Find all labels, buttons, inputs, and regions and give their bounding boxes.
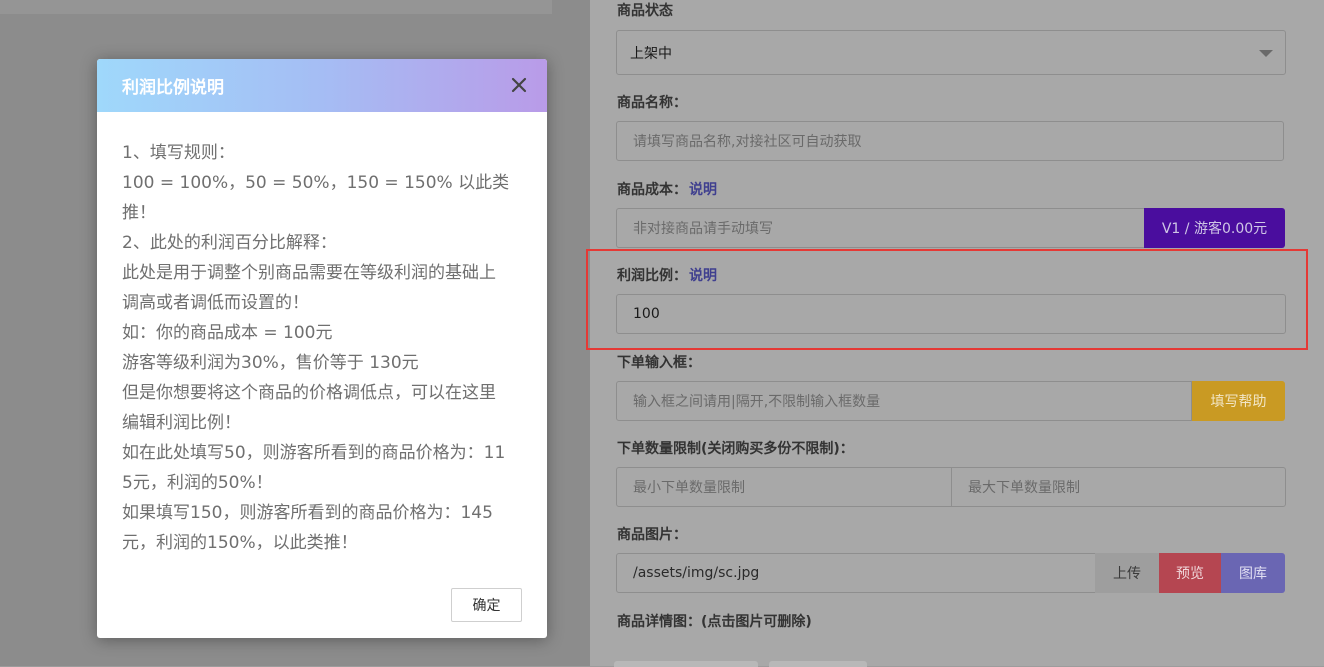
status-selected-value: 上架中: [630, 45, 672, 62]
dialog-line: 游客等级利润为30%，售价等于 130元: [122, 353, 419, 373]
dialog-line: 如果填写150，则游客所看到的商品价格为：145: [122, 503, 493, 523]
status-label: 商品状态: [617, 3, 673, 19]
page-backdrop-strip: [0, 0, 552, 14]
cost-input[interactable]: 非对接商品请手动填写: [616, 208, 1146, 248]
dialog-line: 100 = 100%，50 = 50%，150 = 150% 以此类: [122, 173, 510, 193]
image-label: 商品图片：: [617, 527, 687, 543]
detail-image-thumb[interactable]: [614, 661, 758, 667]
detail-images-label: 商品详情图：(点击图片可删除): [617, 614, 812, 630]
dialog-line: 元，利润的150%，以此类推！: [122, 533, 358, 553]
name-label: 商品名称：: [617, 95, 687, 111]
dialog-line: 1、填写规则：: [122, 143, 235, 163]
dialog-line: 但是你想要将这个商品的价格调低点，可以在这里: [122, 383, 496, 403]
image-path-input[interactable]: /assets/img/sc.jpg: [616, 553, 1096, 593]
cost-help-link[interactable]: 说明: [689, 182, 717, 198]
gallery-button[interactable]: 图库: [1221, 553, 1285, 593]
dialog-line: 如：你的商品成本 = 100元: [122, 323, 333, 343]
status-select[interactable]: 上架中: [616, 30, 1286, 75]
close-icon[interactable]: [509, 75, 529, 95]
dialog-line: 调高或者调低而设置的！: [122, 293, 309, 313]
profit-highlight-box: [586, 249, 1308, 350]
dialog-title: 利润比例说明: [122, 78, 224, 98]
order-input-label: 下单输入框：: [617, 355, 701, 371]
profit-ratio-dialog: 利润比例说明 1、填写规则： 100 = 100%，50 = 50%，150 =…: [97, 59, 547, 638]
order-input-field[interactable]: 输入框之间请用|隔开,不限制输入框数量: [616, 381, 1192, 421]
name-input[interactable]: 请填写商品名称,对接社区可自动获取: [616, 121, 1284, 161]
max-quantity-input[interactable]: 最大下单数量限制: [951, 467, 1286, 507]
cost-label: 商品成本： 说明: [617, 179, 717, 199]
dialog-line: 编辑利润比例！: [122, 413, 241, 433]
preview-button[interactable]: 预览: [1159, 553, 1221, 593]
upload-button[interactable]: 上传: [1095, 553, 1159, 593]
dialog-header: 利润比例说明: [97, 59, 547, 112]
dialog-line: 此处是用于调整个别商品需要在等级利润的基础上: [122, 263, 496, 283]
quantity-limit-label: 下单数量限制(关闭购买多份不限制)：: [617, 441, 854, 457]
detail-image-thumb[interactable]: [769, 661, 867, 667]
chevron-down-icon: [1259, 50, 1273, 57]
dialog-line: 2、此处的利润百分比解释：: [122, 233, 337, 253]
dialog-line: 如在此处填写50，则游客所看到的商品价格为：11: [122, 443, 506, 463]
dialog-line: 5元，利润的50%！: [122, 473, 273, 493]
dialog-line: 推！: [122, 203, 156, 223]
cost-level-addon: V1 / 游客0.00元: [1144, 208, 1285, 248]
cost-label-text: 商品成本：: [617, 182, 687, 198]
confirm-button[interactable]: 确定: [451, 588, 522, 622]
dialog-body: 1、填写规则： 100 = 100%，50 = 50%，150 = 150% 以…: [97, 112, 547, 558]
min-quantity-input[interactable]: 最小下单数量限制: [616, 467, 952, 507]
order-input-help-button[interactable]: 填写帮助: [1192, 381, 1285, 421]
